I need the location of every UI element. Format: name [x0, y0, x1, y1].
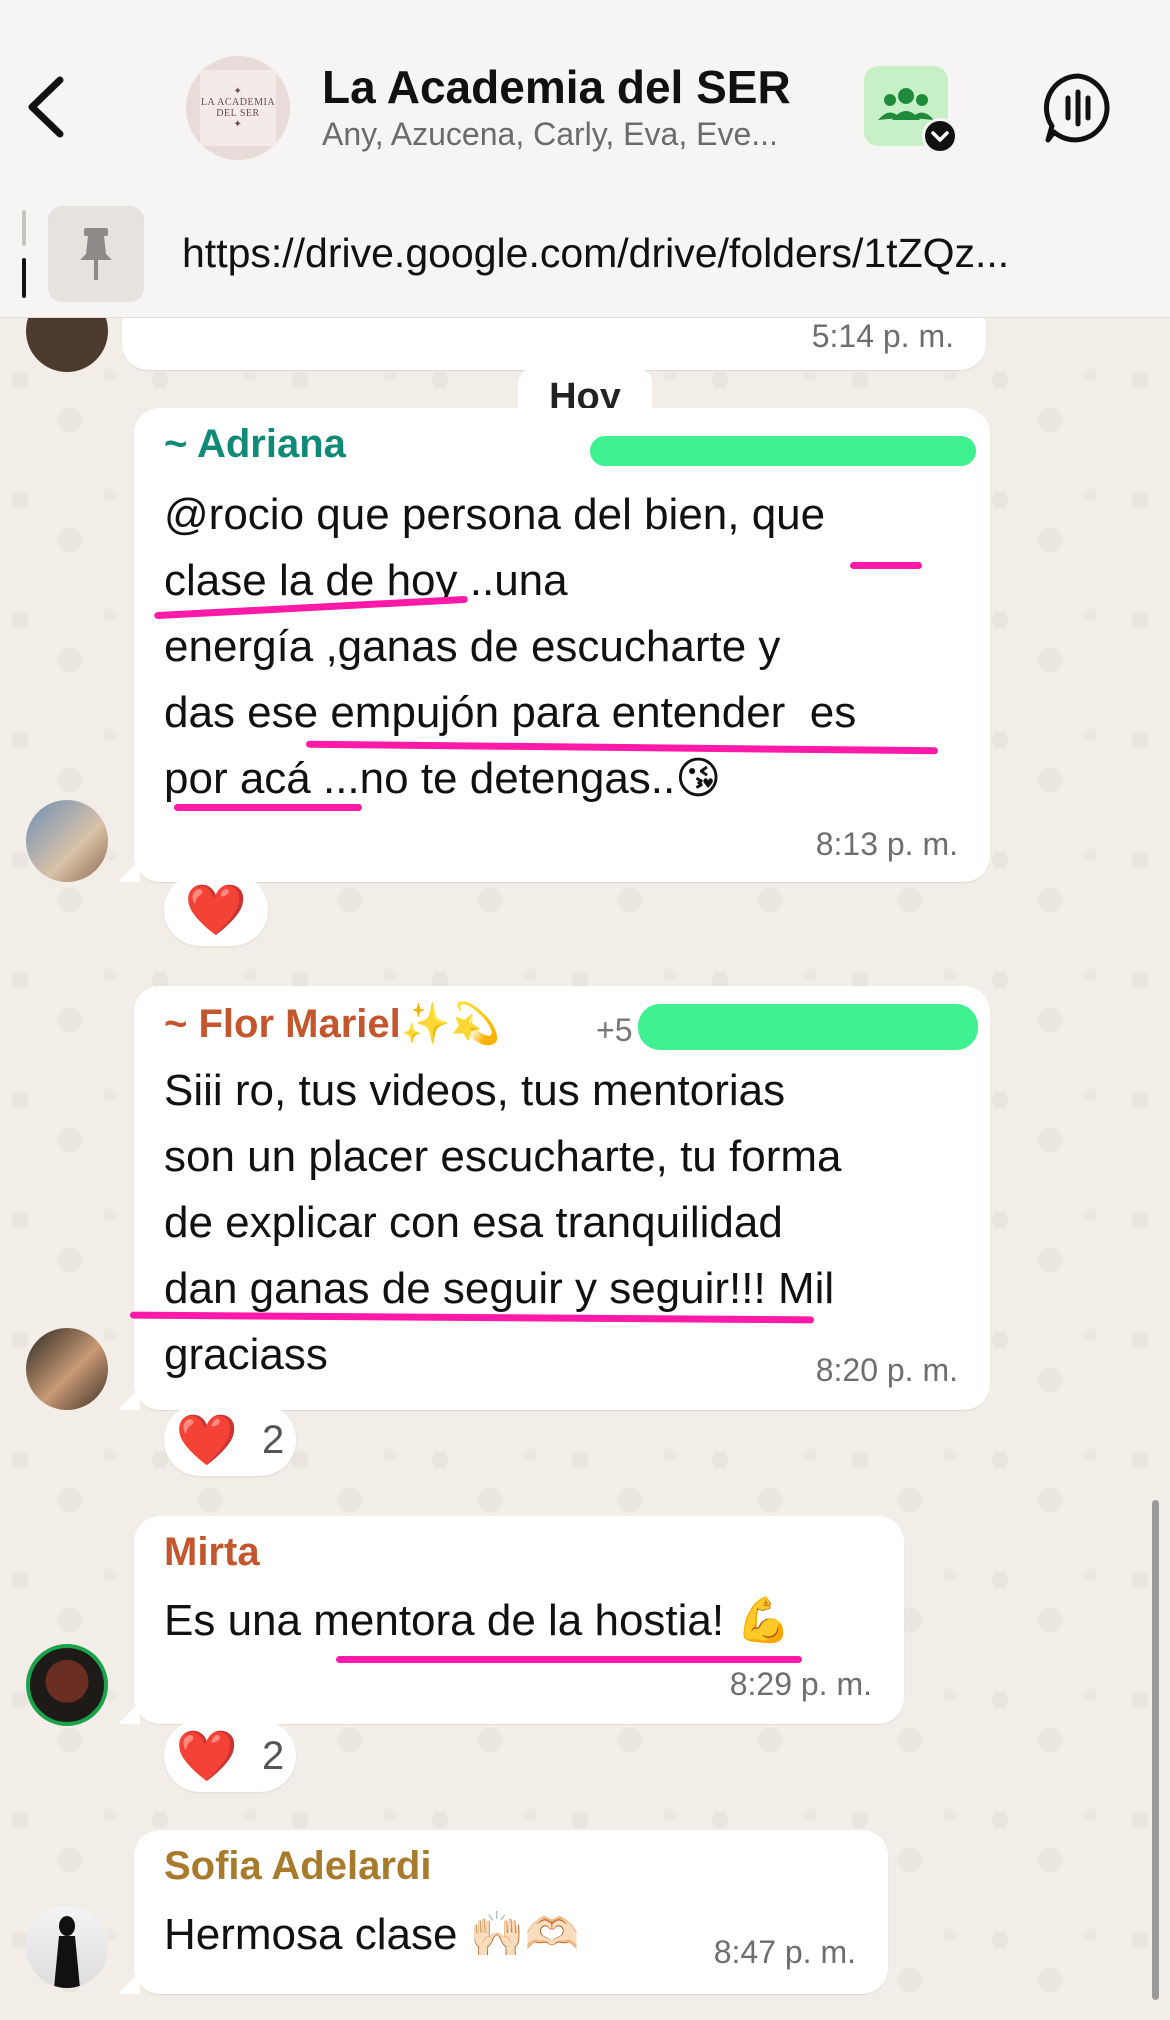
- message-text: Siii ro, tus videos, tus mentorias son u…: [164, 1066, 842, 1379]
- avatar[interactable]: [26, 800, 108, 882]
- pin-icon: [80, 228, 112, 280]
- voice-chat-icon: [1043, 73, 1110, 143]
- message-text: Hermosa clase 🙌🏻🫶🏻: [164, 1910, 580, 1959]
- highlight-underline: [850, 562, 922, 569]
- pinned-message-button[interactable]: [48, 206, 144, 302]
- heart-icon: ❤️: [175, 1728, 238, 1784]
- highlight-underline: [336, 1656, 802, 1663]
- pin-indicator: [22, 210, 26, 246]
- group-logo: ✦ LA ACADEMIA DEL SER ✦: [200, 70, 276, 146]
- reaction-count: 2: [262, 1417, 285, 1462]
- pin-indicator-active: [22, 258, 26, 298]
- message-sender[interactable]: ~ Flor Mariel✨💫: [164, 1000, 500, 1047]
- chat-participants[interactable]: Any, Azucena, Carly, Eva, Eve...: [322, 116, 842, 153]
- message-time: 8:20 p. m.: [815, 1352, 958, 1388]
- message-reaction[interactable]: ❤️ 2: [164, 1404, 296, 1476]
- avatar[interactable]: [26, 1644, 108, 1726]
- message-sender[interactable]: Mirta: [164, 1530, 260, 1575]
- avatar[interactable]: [26, 1906, 108, 1988]
- message-time: 8:13 p. m.: [815, 826, 958, 862]
- silhouette-icon: [54, 1916, 80, 1988]
- back-button[interactable]: [22, 72, 72, 142]
- group-avatar[interactable]: ✦ LA ACADEMIA DEL SER ✦: [186, 56, 290, 160]
- message-reaction[interactable]: ❤️ 2: [164, 1720, 296, 1792]
- redaction-mark: [638, 1004, 978, 1050]
- message-sender[interactable]: Sofia Adelardi: [164, 1844, 431, 1889]
- pinned-message-url[interactable]: https://drive.google.com/drive/folders/1…: [182, 230, 1122, 277]
- heart-icon: ❤️: [184, 882, 248, 938]
- bubble-tail: [118, 1702, 140, 1724]
- avatar[interactable]: [26, 1328, 108, 1410]
- group-logo-text: LA ACADEMIA DEL SER: [200, 97, 276, 119]
- chat-header: ✦ LA ACADEMIA DEL SER ✦ La Academia del …: [0, 0, 1170, 318]
- chevron-down-icon: [922, 118, 958, 154]
- message-time: 8:47 p. m.: [713, 1934, 856, 1970]
- chat-title[interactable]: La Academia del SER: [322, 60, 791, 114]
- bubble-tail: [118, 1388, 140, 1410]
- voice-chat-button[interactable]: [1040, 70, 1116, 146]
- message-sender[interactable]: ~ Adriana: [164, 422, 346, 467]
- reaction-count: 2: [262, 1733, 285, 1778]
- message-time: 5:14 p. m.: [811, 318, 954, 354]
- message-bubble[interactable]: Sofia Adelardi Hermosa clase 🙌🏻🫶🏻 8:47 p…: [118, 1830, 888, 1994]
- message-bubble[interactable]: Mirta Es una mentora de la hostia! 💪 8:2…: [118, 1516, 904, 1724]
- message-reaction[interactable]: ❤️: [164, 874, 268, 946]
- scrollbar[interactable]: [1152, 1500, 1159, 2000]
- back-chevron-icon: [28, 76, 64, 138]
- message-text: @rocio que persona del bien, que clase l…: [164, 490, 857, 803]
- community-button[interactable]: [864, 66, 958, 154]
- heart-icon: ❤️: [175, 1412, 238, 1468]
- message-time: 8:29 p. m.: [729, 1666, 872, 1702]
- message-sender-phone: +5: [596, 1012, 633, 1048]
- highlight-underline: [174, 804, 362, 811]
- bubble-tail: [118, 1972, 140, 1994]
- redaction-mark: [590, 436, 976, 466]
- message-text: Es una mentora de la hostia! 💪: [164, 1596, 792, 1645]
- bubble-tail: [118, 860, 140, 882]
